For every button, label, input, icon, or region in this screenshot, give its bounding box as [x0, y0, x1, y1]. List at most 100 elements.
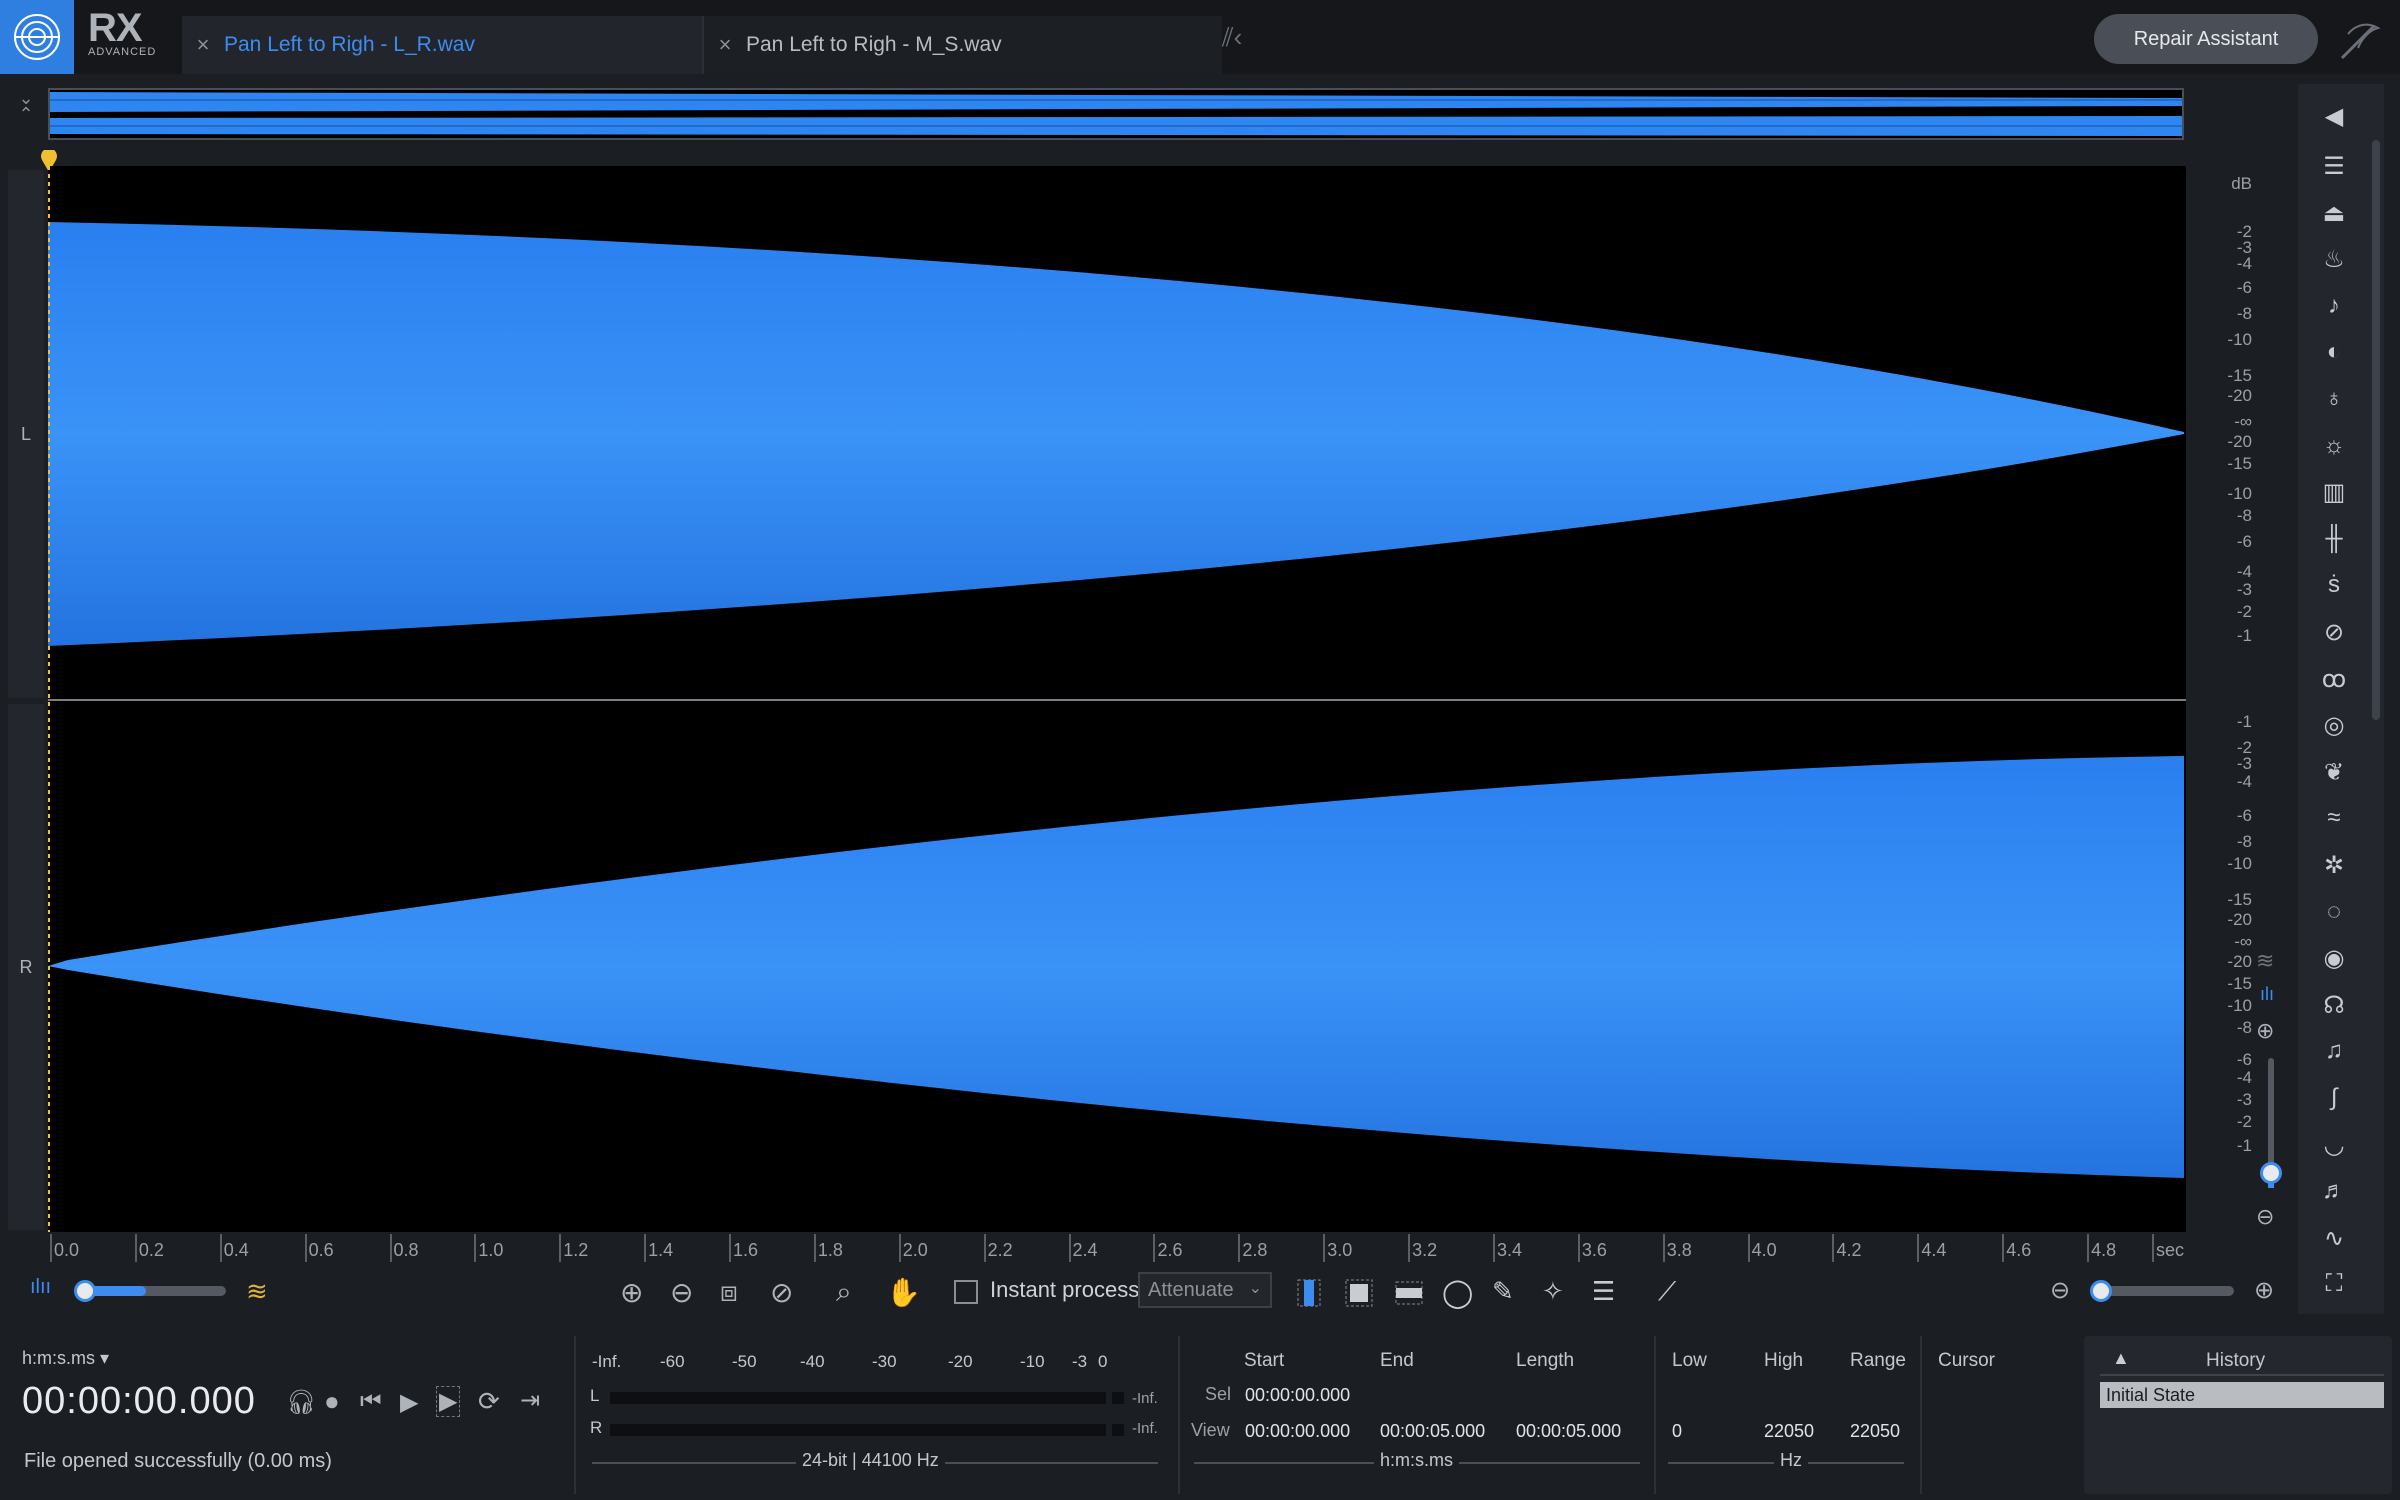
history-item[interactable]: Initial State — [2100, 1382, 2384, 1408]
left-clip-indicator[interactable] — [1112, 1392, 1124, 1404]
horizontal-zoom-slider[interactable] — [2094, 1286, 2234, 1296]
magic-wand-icon[interactable] — [2334, 14, 2386, 66]
high-value[interactable]: 22050 — [1764, 1421, 1814, 1442]
waveform-view-icon[interactable]: ılıı — [30, 1276, 64, 1310]
waveform-canvas[interactable] — [48, 166, 2186, 1232]
gain-curve-icon[interactable]: ∫ — [2316, 1084, 2352, 1120]
time-ruler[interactable]: 0.0 0.2 0.4 0.6 0.8 1.0 1.2 1.4 1.6 1.8 2.0 2.2 2.4 2… — [48, 1232, 2186, 1264]
zoom-out-icon[interactable]: ⊖ — [670, 1276, 704, 1310]
history-collapse-icon[interactable]: ▲ — [2112, 1348, 2130, 1369]
loop-icon[interactable]: ⟳ — [478, 1386, 500, 1417]
de-reverb-icon[interactable]: ◎ — [2316, 711, 2352, 747]
dialogue-isolate-icon[interactable]: ♪ — [2316, 292, 2352, 328]
channel-left-label[interactable]: L — [8, 170, 44, 698]
de-hum-icon[interactable]: ꝏ — [2316, 665, 2352, 701]
instant-process-checkbox[interactable] — [954, 1280, 978, 1304]
vertical-zoom-knob[interactable] — [2260, 1162, 2282, 1184]
dialogue-contour-icon[interactable]: ☊ — [2316, 991, 2352, 1027]
hand-tool-icon[interactable]: ✋ — [886, 1276, 921, 1310]
de-clip-icon[interactable]: ⊘ — [2316, 618, 2352, 654]
de-click-icon[interactable]: ╫ — [2316, 525, 2352, 561]
time-format-select[interactable]: h:m:s.ms ▾ — [22, 1348, 109, 1369]
de-crackle-icon[interactable]: ◌ — [2316, 898, 2352, 934]
time-tick-label: 0.8 — [389, 1234, 419, 1262]
tab-overflow-icon[interactable]: ⫽‹ — [1222, 22, 1242, 54]
time-frequency-selection-icon[interactable] — [1342, 1276, 1376, 1310]
magic-wand-tool-icon[interactable]: ✧ — [1542, 1276, 1576, 1310]
left-db-tick: -1 — [2236, 626, 2252, 645]
view-end-value[interactable]: 00:00:05.000 — [1380, 1421, 1485, 1442]
lasso-tool-icon[interactable]: ◯ — [1442, 1276, 1476, 1310]
low-value[interactable]: 0 — [1672, 1421, 1682, 1442]
module-panel-scrollbar[interactable] — [2372, 140, 2380, 720]
time-selection-tool-icon[interactable] — [1292, 1276, 1326, 1310]
zoom-out-vertical-icon[interactable]: ⊖ — [2256, 1204, 2274, 1230]
status-message: File opened successfully (0.00 ms) — [24, 1450, 332, 1472]
spectrogram-toggle-icon[interactable]: ≋ — [2256, 948, 2274, 974]
waveform-overview[interactable] — [48, 88, 2184, 140]
channel-right-label[interactable]: R — [8, 704, 44, 1230]
time-tick-label: 4.6 — [2002, 1234, 2032, 1262]
headphones-icon[interactable]: 🎧︎ — [286, 1388, 316, 1417]
play-selection-icon[interactable]: ▶ — [436, 1386, 461, 1417]
spectrogram-view-icon[interactable]: ≋ — [246, 1276, 280, 1310]
close-tab-icon[interactable]: × — [704, 32, 746, 58]
collapse-panel-icon[interactable]: ◀ — [2316, 102, 2352, 138]
music-rebalance-icon[interactable]: ♬ — [2316, 1177, 2352, 1213]
repair-assistant-button[interactable]: Repair Assistant — [2094, 14, 2318, 64]
zoom-selection-icon[interactable]: ⧈ — [720, 1276, 754, 1310]
horizontal-zoom-out-icon[interactable]: ⊖ — [2050, 1276, 2084, 1310]
interpolate-icon[interactable]: ✲ — [2316, 851, 2352, 887]
magnify-tool-icon[interactable]: ⌕ — [836, 1276, 870, 1310]
mic-match-icon[interactable]: ♁ — [2316, 385, 2352, 421]
de-plosive-icon[interactable]: ❦ — [2316, 758, 2352, 794]
de-wind-icon[interactable]: ≈ — [2316, 804, 2352, 840]
left-db-tick: -4 — [2236, 254, 2252, 273]
cursor-header: Cursor — [1938, 1350, 1996, 1371]
play-icon[interactable]: ▶ — [400, 1388, 418, 1417]
mouth-de-click-icon[interactable]: ◡ — [2316, 1131, 2352, 1167]
meter-scale-tick: -10 — [1020, 1352, 1045, 1371]
time-tick-label: 2.6 — [1153, 1234, 1183, 1262]
view-length-value[interactable]: 00:00:05.000 — [1516, 1421, 1621, 1442]
microphone-icon[interactable]: ♨ — [2316, 245, 2352, 281]
collapse-overview-icon[interactable]: ⌄ ⌃ — [10, 89, 42, 136]
zoom-in-vertical-icon[interactable]: ⊕ — [2256, 1018, 2274, 1044]
frequency-selection-icon[interactable] — [1392, 1276, 1426, 1310]
gain-envelope-icon[interactable]: ⟋ — [1658, 1276, 1692, 1310]
time-tick-label: 4.4 — [1917, 1234, 1947, 1262]
tab-l-r-file[interactable]: × Pan Left to Righ - L_R.wav — [182, 16, 702, 74]
batch-processor-icon[interactable]: ⛶ — [2316, 1270, 2352, 1306]
left-db-tick: -20 — [2227, 386, 2252, 405]
tab-m-s-file[interactable]: × Pan Left to Righ - M_S.wav — [702, 16, 1222, 74]
zoom-fit-icon[interactable]: ⊘ — [770, 1276, 804, 1310]
loudness-icon[interactable]: ∿ — [2316, 1224, 2352, 1260]
range-value[interactable]: 22050 — [1850, 1421, 1900, 1442]
time-unit-label: sec — [2151, 1234, 2185, 1262]
eq-bars-icon[interactable]: ▥ — [2316, 478, 2352, 514]
sel-start-value[interactable]: 00:00:00.000 — [1245, 1385, 1350, 1406]
skip-to-start-icon[interactable]: ⏮︎ — [360, 1388, 382, 1416]
right-clip-indicator[interactable] — [1112, 1424, 1124, 1436]
horizontal-zoom-in-icon[interactable]: ⊕ — [2254, 1276, 2288, 1310]
module-list-icon[interactable]: ☰ — [2316, 152, 2352, 188]
zoom-in-icon[interactable]: ⊕ — [620, 1276, 654, 1310]
record-icon[interactable]: ● — [324, 1386, 340, 1417]
brush-tool-icon[interactable]: ✎ — [1492, 1276, 1526, 1310]
time-tick-label: 3.4 — [1492, 1234, 1522, 1262]
spectral-repair-icon[interactable]: ◉ — [2316, 944, 2352, 980]
return-to-start-icon[interactable]: ⇥ — [520, 1386, 540, 1415]
eject-icon[interactable]: ⏏ — [2316, 199, 2352, 235]
process-mode-select[interactable]: Attenuate ⌄ — [1138, 1272, 1272, 1308]
guitar-denoise-icon[interactable]: ♫ — [2316, 1037, 2352, 1073]
close-tab-icon[interactable]: × — [182, 32, 224, 58]
de-ess-icon[interactable]: ṡ — [2316, 571, 2352, 607]
waveform-slider-knob[interactable] — [74, 1280, 96, 1302]
waveform-toggle-icon[interactable]: ılı — [2260, 984, 2274, 1005]
harmonic-selection-icon[interactable]: ☰ — [1592, 1276, 1626, 1310]
horizontal-zoom-knob[interactable] — [2090, 1280, 2112, 1302]
ambience-match-icon[interactable]: ◐ — [2316, 338, 2352, 374]
brightness-icon[interactable]: ☼ — [2316, 432, 2352, 468]
view-start-value[interactable]: 00:00:00.000 — [1245, 1421, 1350, 1442]
meter-left-label: L — [590, 1386, 600, 1405]
